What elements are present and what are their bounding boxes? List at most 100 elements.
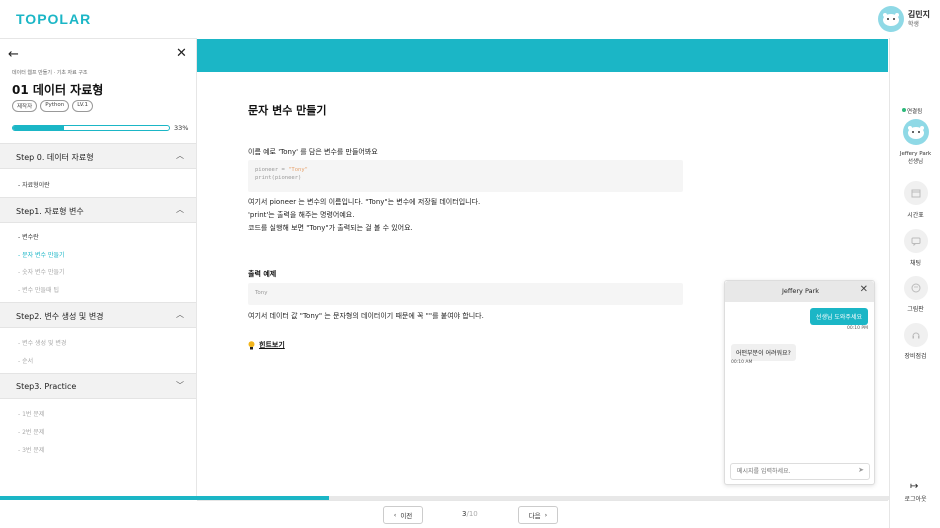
lesson-progress-text: 33% xyxy=(174,124,189,132)
breadcrumb: 데이터 웹프 만들기 · 기초 자료 구조 xyxy=(12,70,88,76)
user-profile[interactable]: 김민지 학생 xyxy=(877,6,930,32)
explain-text: 코드를 실행해 보면 "Tony"가 출력되는 걸 볼 수 있어요. xyxy=(248,224,413,232)
step-header-1[interactable]: Step1. 자료형 변수 ︿ xyxy=(0,197,196,223)
next-label: 다음 xyxy=(528,512,541,520)
output-value: Tony xyxy=(255,290,268,296)
step-item[interactable]: - 숫자 변수 만들기 xyxy=(18,267,65,276)
step-label: Step2. 변수 생성 및 변경 xyxy=(16,312,104,321)
their-message-bubble: 어떤부분이 어려워요? xyxy=(731,344,796,361)
chevron-down-icon: ﹀ xyxy=(176,381,184,390)
drawing-board-button[interactable] xyxy=(904,276,928,300)
bear-icon xyxy=(882,13,899,26)
step-label: Step1. 자료형 변수 xyxy=(16,207,84,216)
tag: Python xyxy=(40,100,70,112)
chat-title: Jeffery Park xyxy=(781,287,820,295)
status-text: 연결됨 xyxy=(907,109,923,115)
timetable-button[interactable] xyxy=(904,181,928,205)
bear-icon xyxy=(908,126,924,139)
teacher-name-text: Jeffery Park xyxy=(899,151,932,157)
intro-text: 이름 예로 'Tony' 를 담은 변수를 만들어봐요 xyxy=(248,148,378,156)
rail-label: 장비점검 xyxy=(904,353,927,360)
step-item[interactable]: - 자료형이란 xyxy=(18,180,50,189)
back-arrow-icon[interactable]: ← xyxy=(8,47,19,62)
teacher-role: 선생님 xyxy=(907,159,924,165)
tag: LV.1 xyxy=(72,100,94,112)
close-icon[interactable]: ✕ xyxy=(176,46,187,61)
next-button[interactable]: 다음 › xyxy=(518,506,558,524)
palette-icon xyxy=(911,283,921,293)
step-item[interactable]: - 변수 만들때 팁 xyxy=(18,285,59,294)
lesson-title: 01 데이터 자료형 xyxy=(12,83,104,97)
rail-label: 채팅 xyxy=(909,260,922,267)
teacher-avatar[interactable] xyxy=(903,119,929,145)
tag: 제작자 xyxy=(12,100,38,112)
send-icon[interactable]: ➤ xyxy=(858,466,864,474)
chat-button[interactable] xyxy=(904,229,928,253)
online-status-dot xyxy=(902,108,906,112)
logo[interactable]: TOPOLAR xyxy=(16,11,91,27)
chat-header: Jeffery Park ✕ xyxy=(725,281,874,302)
step-item-active[interactable]: - 문자 변수 만들기 xyxy=(18,250,65,259)
page-counter: 3/10 xyxy=(462,510,478,518)
message-time: 00:10 PM xyxy=(847,326,868,331)
step-label: Step3. Practice xyxy=(16,382,77,391)
prev-label: 이전 xyxy=(400,512,413,520)
code-block: pioneer = "Tony" print(pioneer) xyxy=(248,160,683,192)
total-pages: /10 xyxy=(466,510,478,518)
step-item[interactable]: - 변수 생성 및 변경 xyxy=(18,338,66,347)
step-header-2[interactable]: Step2. 변수 생성 및 변경 ︿ xyxy=(0,302,196,328)
lesson-sidebar: ← ✕ 데이터 웹프 만들기 · 기초 자료 구조 01 데이터 자료형 제작자… xyxy=(0,38,197,500)
rail-label: 그림판 xyxy=(907,306,924,313)
prev-button[interactable]: ‹ 이전 xyxy=(383,506,423,524)
lesson-progress-bar xyxy=(12,125,170,131)
output-block: Tony xyxy=(248,283,683,305)
chevron-up-icon: ︿ xyxy=(176,151,184,160)
chat-icon xyxy=(911,237,921,246)
device-check-button[interactable] xyxy=(904,323,928,347)
content-title: 문자 변수 만들기 xyxy=(248,104,327,117)
lesson-progress-fill xyxy=(13,126,65,130)
code-line: print(pioneer) xyxy=(255,175,302,181)
chat-message-input[interactable] xyxy=(730,463,870,480)
step-item[interactable]: - 1번 문제 xyxy=(18,409,44,418)
pagination: ‹ 이전 3/10 다음 › xyxy=(197,500,888,528)
user-name: 김민지 xyxy=(907,9,930,19)
tag-list: 제작자 Python LV.1 xyxy=(12,100,94,112)
lightbulb-icon xyxy=(248,340,255,349)
step-header-0[interactable]: Step 0. 데이터 자료형 ︿ xyxy=(0,143,196,169)
message-time: 00:10 AM xyxy=(731,360,753,365)
right-rail: 연결됨 Jeffery Park 선생님 시간표 채팅 그림판 장비점검 ↦ 로… xyxy=(889,38,940,528)
user-role: 학생 xyxy=(907,20,919,28)
close-icon[interactable]: ✕ xyxy=(860,284,868,295)
lesson-banner xyxy=(197,39,888,72)
code-string: "Tony" xyxy=(288,167,308,173)
note-text: 여기서 데이터 값 "Tony" 는 문자형의 데이터이기 때문에 꼭 ""를 … xyxy=(248,312,484,320)
my-message-bubble: 선생님 도와주세요 xyxy=(809,308,868,325)
chat-window: Jeffery Park ✕ 선생님 도와주세요 00:10 PM 어떤부분이 … xyxy=(724,280,875,485)
explain-text: 여기서 pioneer 는 변수의 이름입니다. "Tony"는 변수에 저장될… xyxy=(248,198,481,206)
step-header-3[interactable]: Step3. Practice ﹀ xyxy=(0,373,196,399)
teacher-name: Jeffery Park 선생님 xyxy=(890,150,940,166)
code-text: pioneer = xyxy=(255,167,289,173)
step-item[interactable]: - 2번 문제 xyxy=(18,427,44,436)
explain-text: 'print'는 출력을 해주는 명령어예요. xyxy=(248,211,355,219)
hint-label: 힌트보기 xyxy=(259,341,285,349)
calendar-icon xyxy=(911,189,921,198)
code-line: pioneer = "Tony" xyxy=(255,166,676,174)
rail-label: 시간표 xyxy=(907,212,924,219)
chevron-up-icon: ︿ xyxy=(176,205,184,214)
top-header: TOPOLAR 김민지 학생 xyxy=(0,0,940,38)
logout-icon[interactable]: ↦ xyxy=(910,481,918,492)
step-item[interactable]: - 변수란 xyxy=(18,232,39,241)
step-item[interactable]: - 3번 문제 xyxy=(18,445,44,454)
avatar xyxy=(877,6,904,32)
step-item[interactable]: - 순서 xyxy=(18,356,33,365)
output-title: 출력 예제 xyxy=(248,270,277,278)
chevron-left-icon: ‹ xyxy=(393,511,397,519)
step-label: Step 0. 데이터 자료형 xyxy=(16,153,94,162)
headset-icon xyxy=(912,332,920,339)
chevron-up-icon: ︿ xyxy=(176,310,184,319)
hint-link[interactable]: 힌트보기 xyxy=(248,340,285,350)
logout-label[interactable]: 로그아웃 xyxy=(890,494,940,503)
chevron-right-icon: › xyxy=(544,511,548,519)
